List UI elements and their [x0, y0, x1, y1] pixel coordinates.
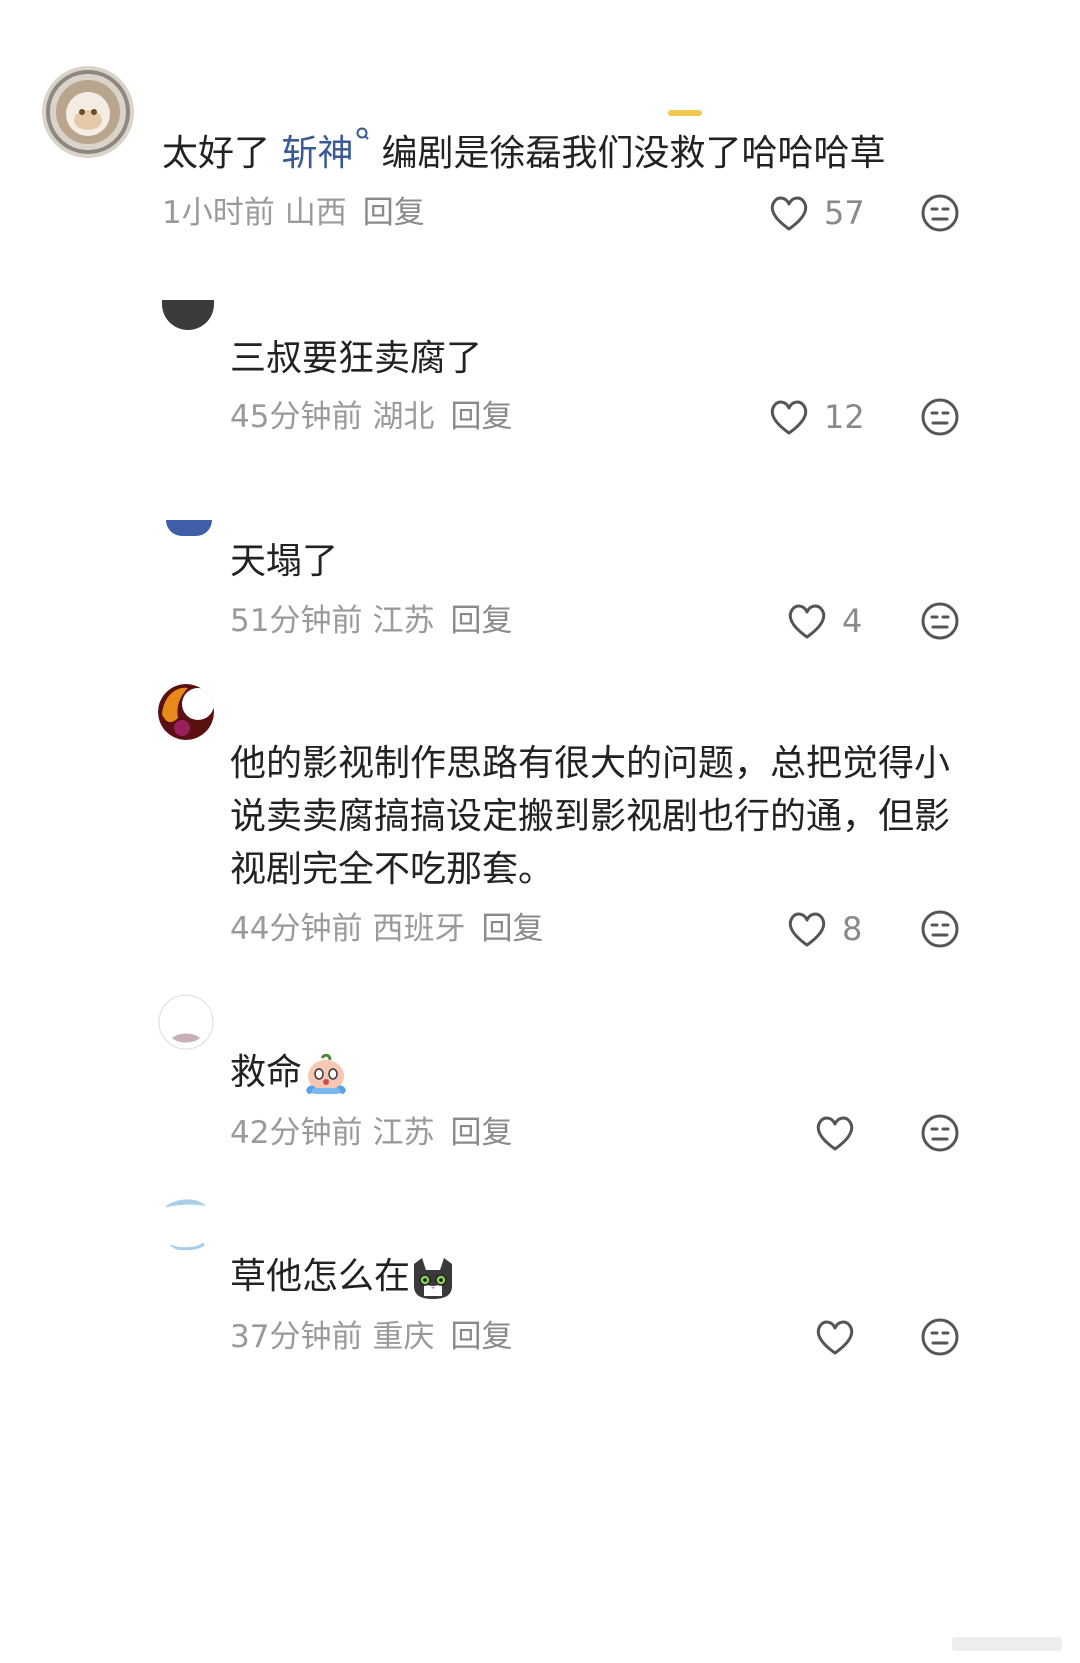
heart-outline-icon — [770, 196, 808, 231]
comment-text: 太好了 斩神 编剧是徐磊我们没救了哈哈哈草 — [162, 126, 885, 181]
like-button[interactable] — [814, 1111, 856, 1155]
comment-location: 重庆 — [372, 1319, 435, 1355]
like-count: 57 — [824, 194, 865, 232]
like-button[interactable] — [814, 1315, 856, 1359]
avatar[interactable] — [160, 1196, 216, 1252]
avatar[interactable] — [42, 66, 134, 158]
avatar[interactable] — [158, 684, 214, 740]
comment-text: 救命 — [230, 1045, 350, 1100]
neutral-face-icon[interactable] — [920, 193, 960, 233]
comment-location: 湖北 — [372, 399, 435, 435]
comment-time: 45分钟前 — [230, 399, 363, 435]
neutral-face-icon[interactable] — [920, 909, 960, 949]
reply-button[interactable]: 回复 — [481, 911, 543, 947]
like-count: 4 — [842, 602, 863, 640]
comment-text: 他的影视制作思路有很大的问题，总把觉得小说卖卖腐搞搞设定搬到影视剧也行的通，但影… — [230, 743, 951, 890]
comment-time: 1小时前 — [162, 195, 275, 231]
comment-text-before: 太好了 — [162, 133, 282, 174]
comment-location: 西班牙 — [372, 911, 466, 947]
comment-time: 37分钟前 — [230, 1319, 363, 1355]
heart-outline-icon — [788, 912, 826, 947]
heart-outline-icon — [816, 1320, 854, 1355]
like-count: 12 — [824, 398, 865, 436]
neutral-face-icon[interactable] — [920, 397, 960, 437]
avatar[interactable] — [162, 300, 214, 330]
comment-time: 42分钟前 — [230, 1115, 363, 1151]
like-button[interactable]: 12 — [768, 395, 865, 439]
decorative-mark — [668, 110, 702, 116]
like-button[interactable]: 4 — [786, 599, 862, 643]
reply-button[interactable]: 回复 — [450, 399, 512, 435]
comment-text-after: 编剧是徐磊我们没救了哈哈哈草 — [381, 133, 886, 174]
search-icon[interactable] — [355, 126, 371, 146]
neutral-face-icon[interactable] — [920, 601, 960, 641]
reply-button[interactable]: 回复 — [450, 1319, 512, 1355]
comment-meta: 45分钟前 湖北 回复 — [230, 397, 522, 437]
comment-text: 三叔要狂卖腐了 — [230, 338, 483, 379]
comment-meta: 42分钟前 江苏 回复 — [230, 1113, 522, 1153]
like-button[interactable]: 8 — [786, 907, 862, 951]
heart-outline-icon — [788, 604, 826, 639]
comment-meta: 37分钟前 重庆 回复 — [230, 1317, 522, 1357]
comment-location: 江苏 — [372, 603, 435, 639]
comment-location: 江苏 — [372, 1115, 435, 1151]
avatar[interactable] — [158, 994, 214, 1050]
reply-button[interactable]: 回复 — [363, 195, 425, 231]
heart-outline-icon — [770, 400, 808, 435]
heart-outline-icon — [816, 1116, 854, 1151]
comment-location: 山西 — [284, 195, 347, 231]
neutral-face-icon[interactable] — [920, 1317, 960, 1357]
comment-time: 51分钟前 — [230, 603, 363, 639]
avatar[interactable] — [166, 520, 212, 536]
comment-meta: 51分钟前 江苏 回复 — [230, 601, 522, 641]
like-button[interactable]: 57 — [768, 191, 865, 235]
comment-text: 草他怎么在 — [230, 1249, 456, 1304]
reply-button[interactable]: 回复 — [450, 1115, 512, 1151]
neutral-face-icon[interactable] — [920, 1113, 960, 1153]
comment-meta: 44分钟前 西班牙 回复 — [230, 909, 553, 949]
comment-text: 天塌了 — [230, 541, 339, 582]
comment-text-body: 草他怎么在 — [230, 1256, 411, 1297]
comment-time: 44分钟前 — [230, 911, 363, 947]
comment-meta: 1小时前 山西 回复 — [162, 193, 435, 233]
comment-text-body: 救命 — [230, 1052, 303, 1093]
cat-face-emoji — [414, 1258, 453, 1299]
like-count: 8 — [842, 910, 863, 948]
crying-face-emoji — [306, 1053, 347, 1094]
reply-button[interactable]: 回复 — [450, 603, 512, 639]
mention-link[interactable]: 斩神 — [281, 133, 353, 174]
watermark — [952, 1637, 1062, 1651]
